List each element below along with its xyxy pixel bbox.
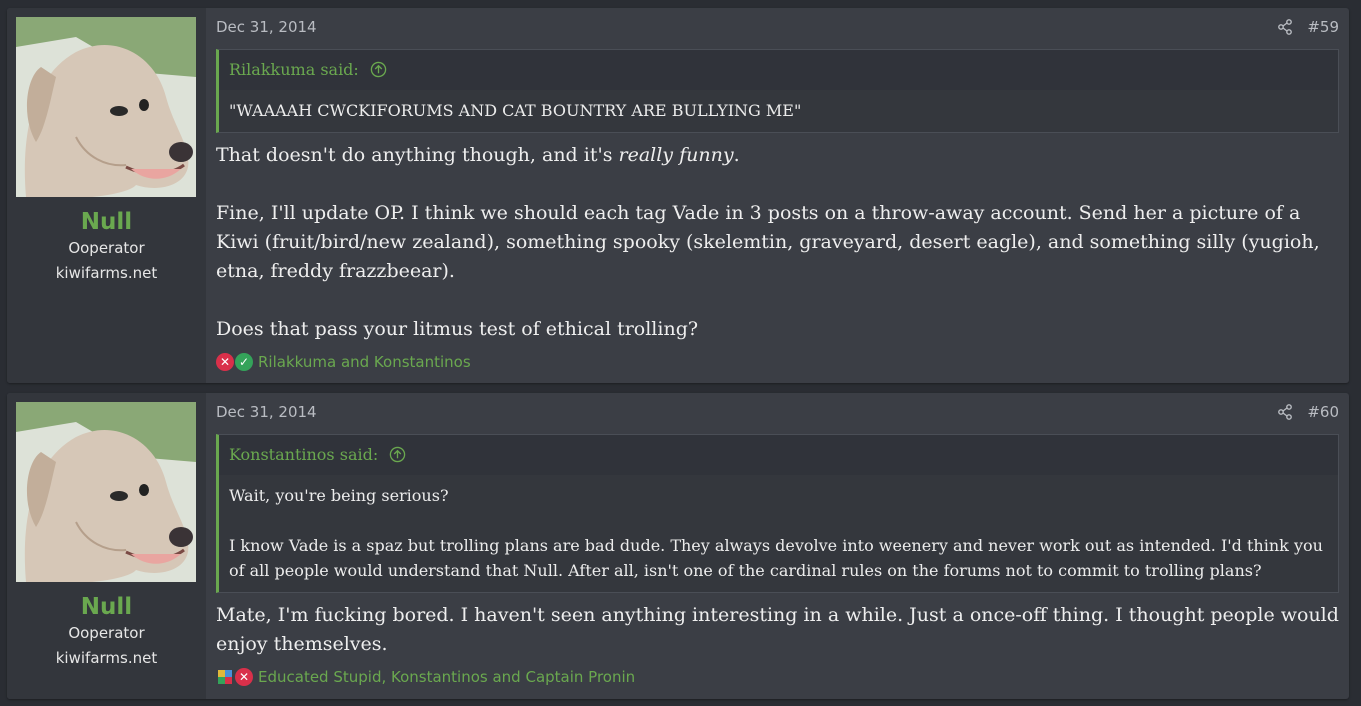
thread: Null Ooperator kiwifarms.net Dec 31, 201… xyxy=(0,0,1361,706)
quote-paragraph: "WAAAAH CWCKIFORUMS AND CAT BOUNTRY ARE … xyxy=(229,101,802,120)
user-title: Ooperator xyxy=(68,239,145,257)
username[interactable]: Null xyxy=(7,209,206,235)
quote-block: Rilakkuma said: "WAAAAH CWCKIFORUMS AND … xyxy=(216,49,1339,133)
quote-paragraph: I know Vade is a spaz but trolling plans… xyxy=(229,536,1323,580)
post-header: Dec 31, 2014 #60 xyxy=(216,403,1339,423)
quote-paragraph: Wait, you're being serious? xyxy=(229,486,449,505)
message-italic: really funny xyxy=(618,144,734,166)
message-text: . xyxy=(733,144,740,166)
check-icon: ✓ xyxy=(235,353,253,371)
post-message: That doesn't do anything though, and it'… xyxy=(216,141,1339,344)
post-main: Dec 31, 2014 #60 Konstantinos said: Wait… xyxy=(206,393,1349,699)
message-paragraph: Mate, I'm fucking bored. I haven't seen … xyxy=(216,604,1339,655)
x-icon: ✕ xyxy=(235,668,253,686)
user-cell: Null Ooperator kiwifarms.net xyxy=(7,8,206,383)
user-banner: kiwifarms.net xyxy=(55,649,158,667)
dog-avatar-icon xyxy=(16,17,196,197)
quote-body: Wait, you're being serious? I know Vade … xyxy=(219,475,1338,592)
message-paragraph: Does that pass your litmus test of ethic… xyxy=(216,318,699,340)
username[interactable]: Null xyxy=(7,594,206,620)
arrow-up-circle-icon[interactable] xyxy=(389,446,406,463)
reactions-list[interactable]: Rilakkuma and Konstantinos xyxy=(258,353,471,371)
reactions-bar[interactable]: ✕ Educated Stupid, Konstantinos and Capt… xyxy=(216,668,635,686)
post-date[interactable]: Dec 31, 2014 xyxy=(216,403,317,421)
post-message: Mate, I'm fucking bored. I haven't seen … xyxy=(216,601,1339,659)
post-59: Null Ooperator kiwifarms.net Dec 31, 201… xyxy=(7,8,1349,383)
quote-header[interactable]: Konstantinos said: xyxy=(219,435,1338,475)
quote-author[interactable]: Rilakkuma said: xyxy=(229,60,359,79)
post-header: Dec 31, 2014 #59 xyxy=(216,18,1339,38)
reactions-bar[interactable]: ✕ ✓ Rilakkuma and Konstantinos xyxy=(216,353,471,371)
post-60: Null Ooperator kiwifarms.net Dec 31, 201… xyxy=(7,393,1349,699)
user-cell: Null Ooperator kiwifarms.net xyxy=(7,393,206,699)
post-number[interactable]: #60 xyxy=(1307,403,1339,421)
user-avatar[interactable] xyxy=(16,402,196,582)
post-number[interactable]: #59 xyxy=(1307,18,1339,36)
user-banner: kiwifarms.net xyxy=(55,264,158,282)
arrow-up-circle-icon[interactable] xyxy=(370,61,387,78)
x-icon: ✕ xyxy=(216,353,234,371)
message-paragraph: That doesn't do anything though, and it'… xyxy=(216,141,1339,170)
quote-body: "WAAAAH CWCKIFORUMS AND CAT BOUNTRY ARE … xyxy=(219,90,1338,132)
share-icon[interactable] xyxy=(1277,19,1293,35)
message-text: That doesn't do anything though, and it'… xyxy=(216,144,619,166)
quote-block: Konstantinos said: Wait, you're being se… xyxy=(216,434,1339,593)
quote-author[interactable]: Konstantinos said: xyxy=(229,445,378,464)
post-date[interactable]: Dec 31, 2014 xyxy=(216,18,317,36)
dog-avatar-icon xyxy=(16,402,196,582)
user-avatar[interactable] xyxy=(16,17,196,197)
share-icon[interactable] xyxy=(1277,404,1293,420)
quote-header[interactable]: Rilakkuma said: xyxy=(219,50,1338,90)
user-title: Ooperator xyxy=(68,624,145,642)
message-paragraph: Fine, I'll update OP. I think we should … xyxy=(216,202,1320,282)
puzzle-icon xyxy=(216,668,234,686)
reactions-list[interactable]: Educated Stupid, Konstantinos and Captai… xyxy=(258,668,635,686)
post-main: Dec 31, 2014 #59 Rilakkuma said: "WAAAAH… xyxy=(206,8,1349,383)
